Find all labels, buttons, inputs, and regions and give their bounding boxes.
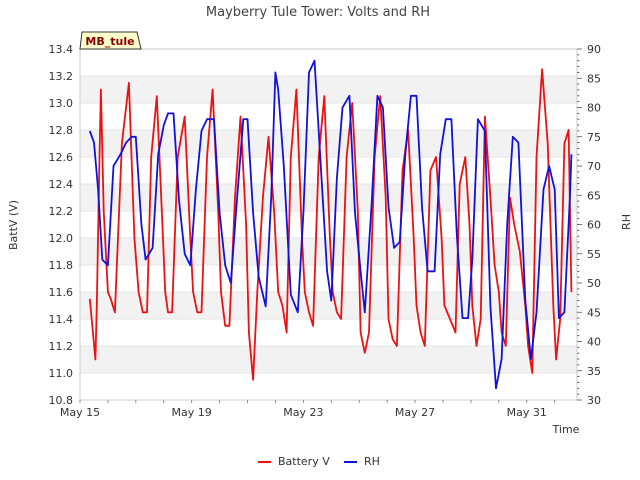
x-tick-label: May 23 xyxy=(283,406,323,419)
legend-item-rh: RH xyxy=(344,455,380,468)
grid-band xyxy=(80,76,577,103)
chart-title: Mayberry Tule Tower: Volts and RH xyxy=(206,5,430,20)
x-tick-label: May 15 xyxy=(60,406,100,419)
x-tick-label: May 31 xyxy=(507,406,547,419)
site-label-badge: MB_tule xyxy=(79,31,142,50)
legend: Battery V RH xyxy=(258,455,380,468)
right-tick-label: 50 xyxy=(587,277,601,290)
left-tick-label: 11.8 xyxy=(49,259,74,272)
series-line-battery xyxy=(88,68,573,381)
right-tick-label: 90 xyxy=(587,43,601,56)
right-axis-ticks: 30 35 40 45 50 55 60 65 70 75 80 85 90 xyxy=(577,43,601,407)
site-label: MB_tule xyxy=(85,35,134,48)
left-tick-label: 12.6 xyxy=(49,151,74,164)
grid-band xyxy=(80,238,577,265)
right-tick-label: 75 xyxy=(587,131,601,144)
right-tick-label: 70 xyxy=(587,160,601,173)
right-tick-label: 35 xyxy=(587,365,601,378)
left-tick-label: 11.0 xyxy=(49,367,74,380)
legend-label-rh: RH xyxy=(364,455,380,468)
right-tick-label: 40 xyxy=(587,336,601,349)
x-tick-label: May 27 xyxy=(395,406,435,419)
left-tick-label: 12.4 xyxy=(49,178,74,191)
legend-item-battery: Battery V xyxy=(258,455,330,468)
left-tick-label: 12.8 xyxy=(49,124,74,137)
x-tick-label: May 19 xyxy=(172,406,212,419)
right-tick-label: 55 xyxy=(587,248,601,261)
left-tick-label: 13.4 xyxy=(49,43,74,56)
left-tick-label: 13.0 xyxy=(49,97,74,110)
right-tick-label: 85 xyxy=(587,72,601,85)
right-tick-label: 30 xyxy=(587,394,601,407)
left-tick-label: 12.0 xyxy=(49,232,74,245)
right-tick-label: 80 xyxy=(587,102,601,115)
left-tick-label: 12.2 xyxy=(49,205,74,218)
left-tick-label: 11.2 xyxy=(49,340,74,353)
y-axis-label-right: RH xyxy=(620,214,633,230)
right-tick-label: 60 xyxy=(587,219,601,232)
y-axis-label-left: BattV (V) xyxy=(7,200,20,250)
legend-label-battery: Battery V xyxy=(278,455,330,468)
right-tick-label: 65 xyxy=(587,189,601,202)
left-tick-label: 13.2 xyxy=(49,70,74,83)
left-tick-label: 11.6 xyxy=(49,286,74,299)
right-tick-label: 45 xyxy=(587,306,601,319)
left-axis-ticks: 10.811.011.211.411.611.812.012.212.412.6… xyxy=(49,43,74,407)
x-axis-label: Time xyxy=(552,423,580,436)
left-tick-label: 11.4 xyxy=(49,313,74,326)
chart-svg: 10.811.011.211.411.611.812.012.212.412.6… xyxy=(7,5,633,468)
grid-band xyxy=(80,292,577,319)
series-layer xyxy=(88,59,573,390)
grid-band xyxy=(80,130,577,157)
x-axis-ticks: May 15 May 19 May 23 May 27 May 31 xyxy=(60,400,556,419)
